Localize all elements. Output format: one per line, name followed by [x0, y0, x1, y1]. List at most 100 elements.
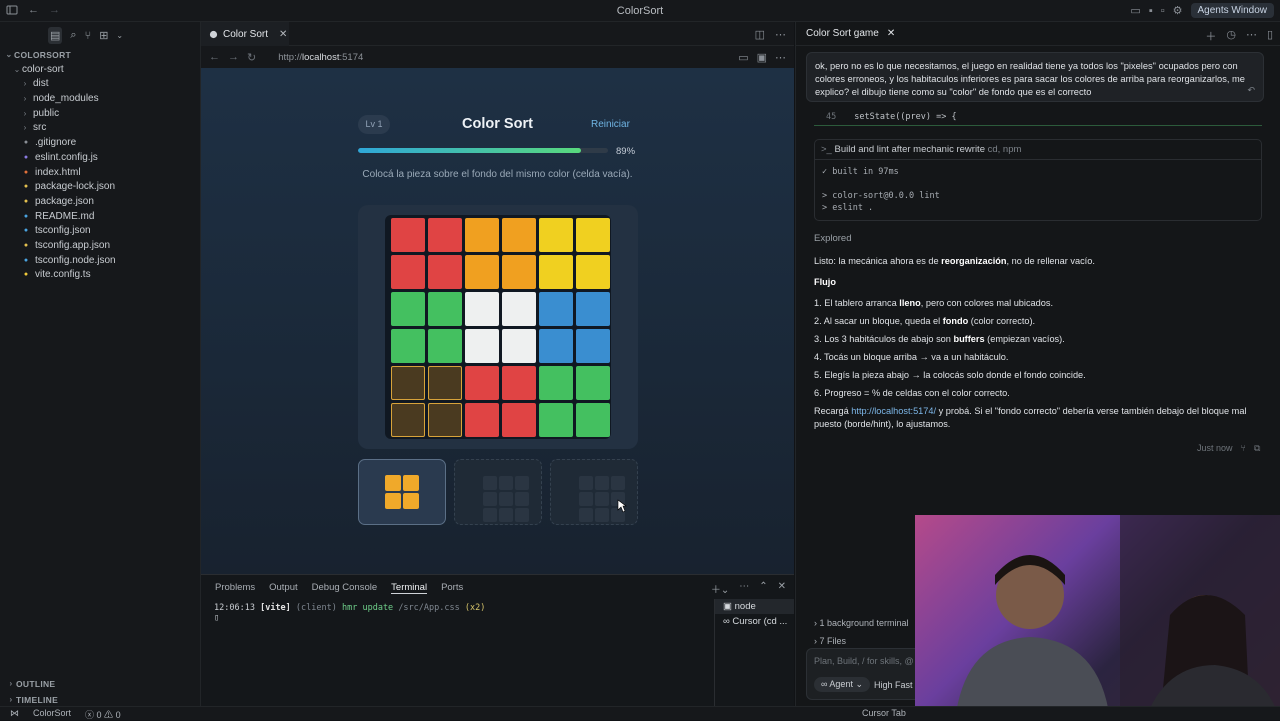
board-cell[interactable] [428, 255, 462, 289]
buffer-slot[interactable] [358, 459, 446, 525]
folder-item[interactable]: › node_modules [0, 92, 201, 107]
board-cell[interactable] [539, 255, 573, 289]
board-cell[interactable] [465, 218, 499, 252]
project-name[interactable]: ColorSort [33, 708, 71, 721]
board-cell-empty[interactable] [391, 366, 425, 400]
cursor-tab-status[interactable]: Cursor Tab [862, 708, 906, 718]
maximize-panel-icon[interactable]: ⌃ [759, 581, 767, 596]
board-cell[interactable] [391, 329, 425, 363]
image-icon[interactable]: ▣ [757, 51, 767, 64]
board-cell[interactable] [428, 292, 462, 326]
panel-tab[interactable]: Problems [215, 582, 255, 594]
file-item[interactable]: ● tsconfig.node.json [0, 254, 201, 269]
chat-more-icon[interactable]: ⋯ [1246, 28, 1257, 44]
board-cell[interactable] [539, 403, 573, 437]
terminal-output[interactable]: 12:06:13 [vite] (client) hmr update /src… [214, 603, 485, 623]
buffer-slot[interactable] [550, 459, 638, 525]
localhost-link[interactable]: http://localhost:5174/ [851, 406, 936, 416]
tab-color-sort-game[interactable]: Color Sort game ✕ [806, 28, 895, 39]
folder-color-sort[interactable]: ⌄ color-sort [0, 63, 201, 78]
background-terminal-item[interactable]: › 1 background terminal [814, 614, 924, 632]
board-cell-empty[interactable] [428, 403, 462, 437]
chat-input[interactable]: Plan, Build, / for skills, @ for context… [806, 648, 958, 700]
gear-icon[interactable]: ⚙ [1173, 4, 1183, 17]
board-cell[interactable] [428, 329, 462, 363]
forward-icon[interactable]: → [228, 51, 239, 64]
outline-section[interactable]: › OUTLINE [6, 677, 56, 692]
close-panel-icon[interactable]: ✕ [778, 581, 786, 596]
search-icon[interactable]: ⌕ [70, 29, 76, 42]
terminal-instance[interactable]: ∞ Cursor (cd ... [715, 614, 794, 629]
board-cell[interactable] [428, 218, 462, 252]
reload-icon[interactable]: ↻ [247, 51, 256, 64]
board-cell[interactable] [576, 366, 610, 400]
history-icon[interactable]: ◷ [1226, 28, 1236, 44]
file-item[interactable]: ● package.json [0, 195, 201, 210]
panel-tab[interactable]: Ports [441, 582, 463, 594]
panel-more-icon[interactable]: ⋯ [739, 581, 749, 596]
folder-item[interactable]: › public [0, 107, 201, 122]
board-cell[interactable] [502, 403, 536, 437]
board-cell[interactable] [465, 403, 499, 437]
user-message[interactable]: ok, pero no es lo que necesitamos, el ju… [806, 52, 1264, 102]
problems-count[interactable]: ⓧ 0 ⚠ 0 [85, 708, 121, 721]
board-cell[interactable] [576, 218, 610, 252]
file-item[interactable]: ● README.md [0, 210, 201, 225]
board-cell-empty[interactable] [428, 366, 462, 400]
undo-icon[interactable]: ↶ [1247, 84, 1255, 97]
board-cell[interactable] [576, 403, 610, 437]
command-block[interactable]: >_ Build and lint after mechanic rewrite… [814, 139, 1262, 221]
board-cell[interactable] [502, 366, 536, 400]
board-cell[interactable] [502, 255, 536, 289]
buffer-slot[interactable] [454, 459, 542, 525]
file-item[interactable]: ● .gitignore [0, 136, 201, 151]
agents-window-button[interactable]: Agents Window [1190, 3, 1274, 18]
board-cell-empty[interactable] [391, 403, 425, 437]
board-cell[interactable] [539, 218, 573, 252]
panel-tab[interactable]: Output [269, 582, 298, 594]
close-icon[interactable]: ✕ [887, 28, 895, 39]
file-item[interactable]: ● index.html [0, 166, 201, 181]
board-cell[interactable] [576, 329, 610, 363]
board-cell[interactable] [576, 255, 610, 289]
url-more-icon[interactable]: ⋯ [775, 51, 786, 64]
layout-icon[interactable]: ▭ [1130, 4, 1140, 17]
files-icon[interactable]: ▤ [48, 27, 63, 44]
fork-icon[interactable]: ⑂ [1241, 443, 1246, 454]
held-piece[interactable] [385, 475, 419, 509]
restart-button[interactable]: Reiniciar [591, 119, 630, 130]
close-icon[interactable]: ✕ [279, 29, 287, 40]
model-selector[interactable]: High Fast [874, 680, 913, 690]
panel-icon[interactable]: ▫ [1161, 5, 1165, 17]
board-cell[interactable] [391, 292, 425, 326]
extensions-icon[interactable]: ⊞ [99, 29, 108, 42]
url-field[interactable]: http://localhost:5174 [278, 52, 363, 63]
more-icon[interactable]: ⋯ [775, 28, 786, 41]
folder-item[interactable]: › dist [0, 77, 201, 92]
panel-toggle-icon[interactable]: ▯ [1267, 28, 1273, 44]
board-cell[interactable] [465, 255, 499, 289]
explorer-root[interactable]: ⌄ COLORSORT [0, 48, 201, 63]
board-cell[interactable] [576, 292, 610, 326]
explored-label[interactable]: Explored [814, 233, 852, 244]
board-cell[interactable] [465, 366, 499, 400]
board-cell[interactable] [539, 366, 573, 400]
file-item[interactable]: ● tsconfig.app.json [0, 239, 201, 254]
source-control-icon[interactable]: ⑂ [85, 30, 92, 42]
chevron-down-icon[interactable]: ⌄ [116, 31, 123, 40]
board-cell[interactable] [502, 329, 536, 363]
remote-icon[interactable]: ⋈ [10, 708, 19, 721]
tab-color-sort[interactable]: Color Sort ✕ [201, 22, 289, 46]
file-item[interactable]: ● tsconfig.json [0, 224, 201, 239]
panel-tab[interactable]: Terminal [391, 582, 428, 594]
agent-mode-dropdown[interactable]: ∞ Agent ⌄ [814, 677, 870, 692]
file-item[interactable]: ● eslint.config.js [0, 151, 201, 166]
folder-item[interactable]: › src [0, 121, 201, 136]
board-cell[interactable] [391, 218, 425, 252]
split-editor-icon[interactable]: ◫ [755, 28, 765, 41]
terminal-instance[interactable]: ▣ node [715, 599, 794, 614]
copy-icon[interactable]: ⧉ [1254, 443, 1260, 454]
devices-icon[interactable]: ▭ [738, 51, 748, 64]
file-item[interactable]: ● vite.config.ts [0, 268, 201, 283]
board-cell[interactable] [465, 292, 499, 326]
